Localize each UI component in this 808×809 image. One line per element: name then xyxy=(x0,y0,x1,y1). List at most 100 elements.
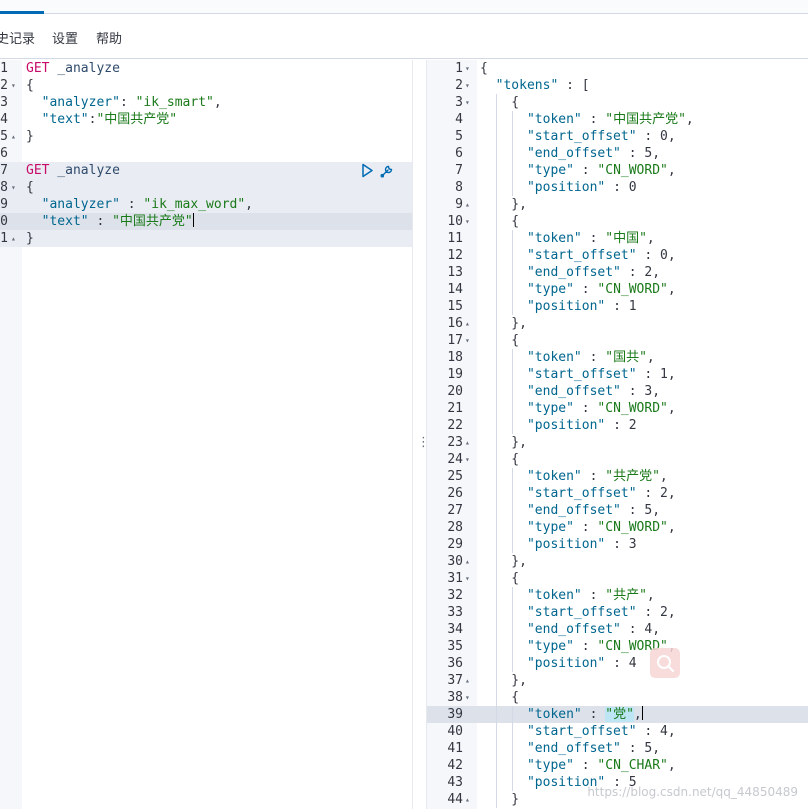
line-number: 44 xyxy=(447,792,463,807)
code-line[interactable]: 11 "token" : "中国", xyxy=(427,230,808,247)
code-line[interactable]: 28 "type" : "CN_WORD", xyxy=(427,519,808,536)
code-line[interactable]: 7 "type" : "CN_WORD", xyxy=(427,162,808,179)
code-line[interactable]: 26 "start_offset" : 2, xyxy=(427,485,808,502)
code-line[interactable]: 19 "start_offset" : 1, xyxy=(427,366,808,383)
code-text: "start_offset" : 2, xyxy=(480,485,676,502)
code-line[interactable]: 35 "type" : "CN_WORD", xyxy=(427,638,808,655)
code-line[interactable]: 14 "type" : "CN_WORD", xyxy=(427,281,808,298)
code-line[interactable]: 1 ▴} xyxy=(0,230,412,247)
wrench-icon[interactable] xyxy=(379,163,395,178)
code-line[interactable]: 27 "end_offset" : 5, xyxy=(427,502,808,519)
fold-caret-up-icon[interactable]: ▴ xyxy=(465,196,470,213)
code-line[interactable]: 4 "token" : "中国共产党", xyxy=(427,111,808,128)
fold-caret-down-icon[interactable]: ▾ xyxy=(465,60,470,77)
help-menu-item[interactable]: 帮助 xyxy=(96,32,122,48)
code-line[interactable]: 5 "start_offset" : 0, xyxy=(427,128,808,145)
json-punctuation xyxy=(480,265,527,280)
fold-caret-down-icon[interactable]: ▾ xyxy=(465,570,470,587)
code-line[interactable]: 6 xyxy=(0,145,412,162)
code-line[interactable]: 40 "start_offset" : 4, xyxy=(427,723,808,740)
code-line[interactable]: 3 "analyzer": "ik_smart", xyxy=(0,94,412,111)
json-punctuation: } xyxy=(480,792,520,807)
fold-caret-up-icon[interactable]: ▴ xyxy=(11,230,16,247)
code-line[interactable]: 33 "start_offset" : 2, xyxy=(427,604,808,621)
code-line[interactable]: 25 "token" : "共产党", xyxy=(427,468,808,485)
code-line[interactable]: 15 "position" : 1 xyxy=(427,298,808,315)
code-line[interactable]: 42 "type" : "CN_CHAR", xyxy=(427,757,808,774)
code-line[interactable]: 38 ▾ { xyxy=(427,689,808,706)
line-number: 20 xyxy=(447,384,463,399)
fold-caret-down-icon[interactable]: ▾ xyxy=(465,94,470,111)
code-line[interactable]: 36 "position" : 4 xyxy=(427,655,808,672)
pane-resize-handle[interactable]: ⋮ xyxy=(412,60,430,809)
code-line[interactable]: 39 "token" : "党", xyxy=(427,706,808,723)
code-line[interactable]: 31 ▾ { xyxy=(427,570,808,587)
search-icon[interactable] xyxy=(650,648,680,678)
fold-caret-up-icon[interactable]: ▴ xyxy=(11,128,16,145)
code-line[interactable]: 17 ▾ { xyxy=(427,332,808,349)
json-key: "start_offset" xyxy=(526,486,637,501)
code-line[interactable]: 29 "position" : 3 xyxy=(427,536,808,553)
request-editor[interactable]: 1 GET _analyze 2 ▾{3 "analyzer": "ik_smart"… xyxy=(0,60,412,809)
code-line[interactable]: 8 "position" : 0 xyxy=(427,179,808,196)
code-line[interactable]: 9 "analyzer" : "ik_max_word", xyxy=(0,196,412,213)
code-line[interactable]: 7 GET _analyze xyxy=(0,162,412,179)
code-line[interactable]: 41 "end_offset" : 5, xyxy=(427,740,808,757)
fold-caret-down-icon[interactable]: ▾ xyxy=(11,179,16,196)
code-line[interactable]: 2 ▾ "tokens" : [ xyxy=(427,77,808,94)
code-line[interactable]: 23 ▴ }, xyxy=(427,434,808,451)
code-line[interactable]: 32 "token" : "共产", xyxy=(427,587,808,604)
code-line[interactable]: 24 ▾ { xyxy=(427,451,808,468)
json-punctuation: : xyxy=(581,588,606,603)
json-punctuation: } xyxy=(26,231,34,246)
fold-caret-down-icon[interactable]: ▾ xyxy=(465,77,470,94)
code-line[interactable]: 18 "token" : "国共", xyxy=(427,349,808,366)
code-line[interactable]: 20 "end_offset" : 3, xyxy=(427,383,808,400)
code-line[interactable]: 1 GET _analyze xyxy=(0,60,412,77)
json-key: "token" xyxy=(526,350,582,365)
code-line[interactable]: 1 ▾ { xyxy=(427,60,808,77)
line-number: 13 xyxy=(447,265,463,280)
fold-caret-down-icon[interactable]: ▾ xyxy=(465,451,470,468)
json-string: "CN_CHAR" xyxy=(597,758,668,773)
fold-caret-down-icon[interactable]: ▾ xyxy=(465,213,470,230)
fold-caret-up-icon[interactable]: ▴ xyxy=(465,553,470,570)
code-line[interactable]: 6 "end_offset" : 5, xyxy=(427,145,808,162)
code-line[interactable]: 30 ▴ }, xyxy=(427,553,808,570)
code-line[interactable]: 9 ▴ }, xyxy=(427,196,808,213)
code-line[interactable]: 37 ▴ }, xyxy=(427,672,808,689)
code-line[interactable]: 0 "text" : "中国共产党" xyxy=(0,213,412,230)
fold-caret-up-icon[interactable]: ▴ xyxy=(465,434,470,451)
code-text: }, xyxy=(480,553,527,570)
code-line[interactable]: 22 "position" : 2 xyxy=(427,417,808,434)
code-text: "start_offset" : 0, xyxy=(480,128,676,145)
settings-menu-item[interactable]: 设置 xyxy=(52,32,78,48)
code-line[interactable]: 5 ▴} xyxy=(0,128,412,145)
code-text: "end_offset" : 4, xyxy=(480,621,660,638)
code-line[interactable]: 12 "start_offset" : 0, xyxy=(427,247,808,264)
play-icon[interactable] xyxy=(361,163,374,178)
code-line[interactable]: 21 "type" : "CN_WORD", xyxy=(427,400,808,417)
code-line[interactable]: 13 "end_offset" : 2, xyxy=(427,264,808,281)
fold-caret-up-icon[interactable]: ▴ xyxy=(465,791,470,808)
line-number: 21 xyxy=(447,401,463,416)
code-text: "analyzer" : "ik_max_word", xyxy=(26,196,253,213)
code-line[interactable]: 34 "end_offset" : 4, xyxy=(427,621,808,638)
response-viewer[interactable]: 1 ▾{2 ▾ "tokens" : [3 ▾ {4 "token" : "中国共产党… xyxy=(427,60,808,809)
code-line[interactable]: 3 ▾ { xyxy=(427,94,808,111)
fold-caret-down-icon[interactable]: ▾ xyxy=(465,332,470,349)
code-line[interactable]: 8 ▾ { xyxy=(0,179,412,196)
history-menu-item[interactable]: 史记录 xyxy=(0,32,35,48)
code-text: }, xyxy=(480,672,527,689)
code-line[interactable]: 10 ▾ { xyxy=(427,213,808,230)
fold-caret-up-icon[interactable]: ▴ xyxy=(465,315,470,332)
code-line[interactable]: 4 "text":"中国共产党" xyxy=(0,111,412,128)
fold-caret-down-icon[interactable]: ▾ xyxy=(465,689,470,706)
fold-caret-down-icon[interactable]: ▾ xyxy=(11,77,16,94)
json-key: "start_offset" xyxy=(526,129,637,144)
code-line[interactable]: 16 ▴ }, xyxy=(427,315,808,332)
line-number: 4 xyxy=(455,112,463,127)
fold-caret-up-icon[interactable]: ▴ xyxy=(465,672,470,689)
code-line[interactable]: 2 ▾ { xyxy=(0,77,412,94)
json-punctuation xyxy=(480,537,527,552)
